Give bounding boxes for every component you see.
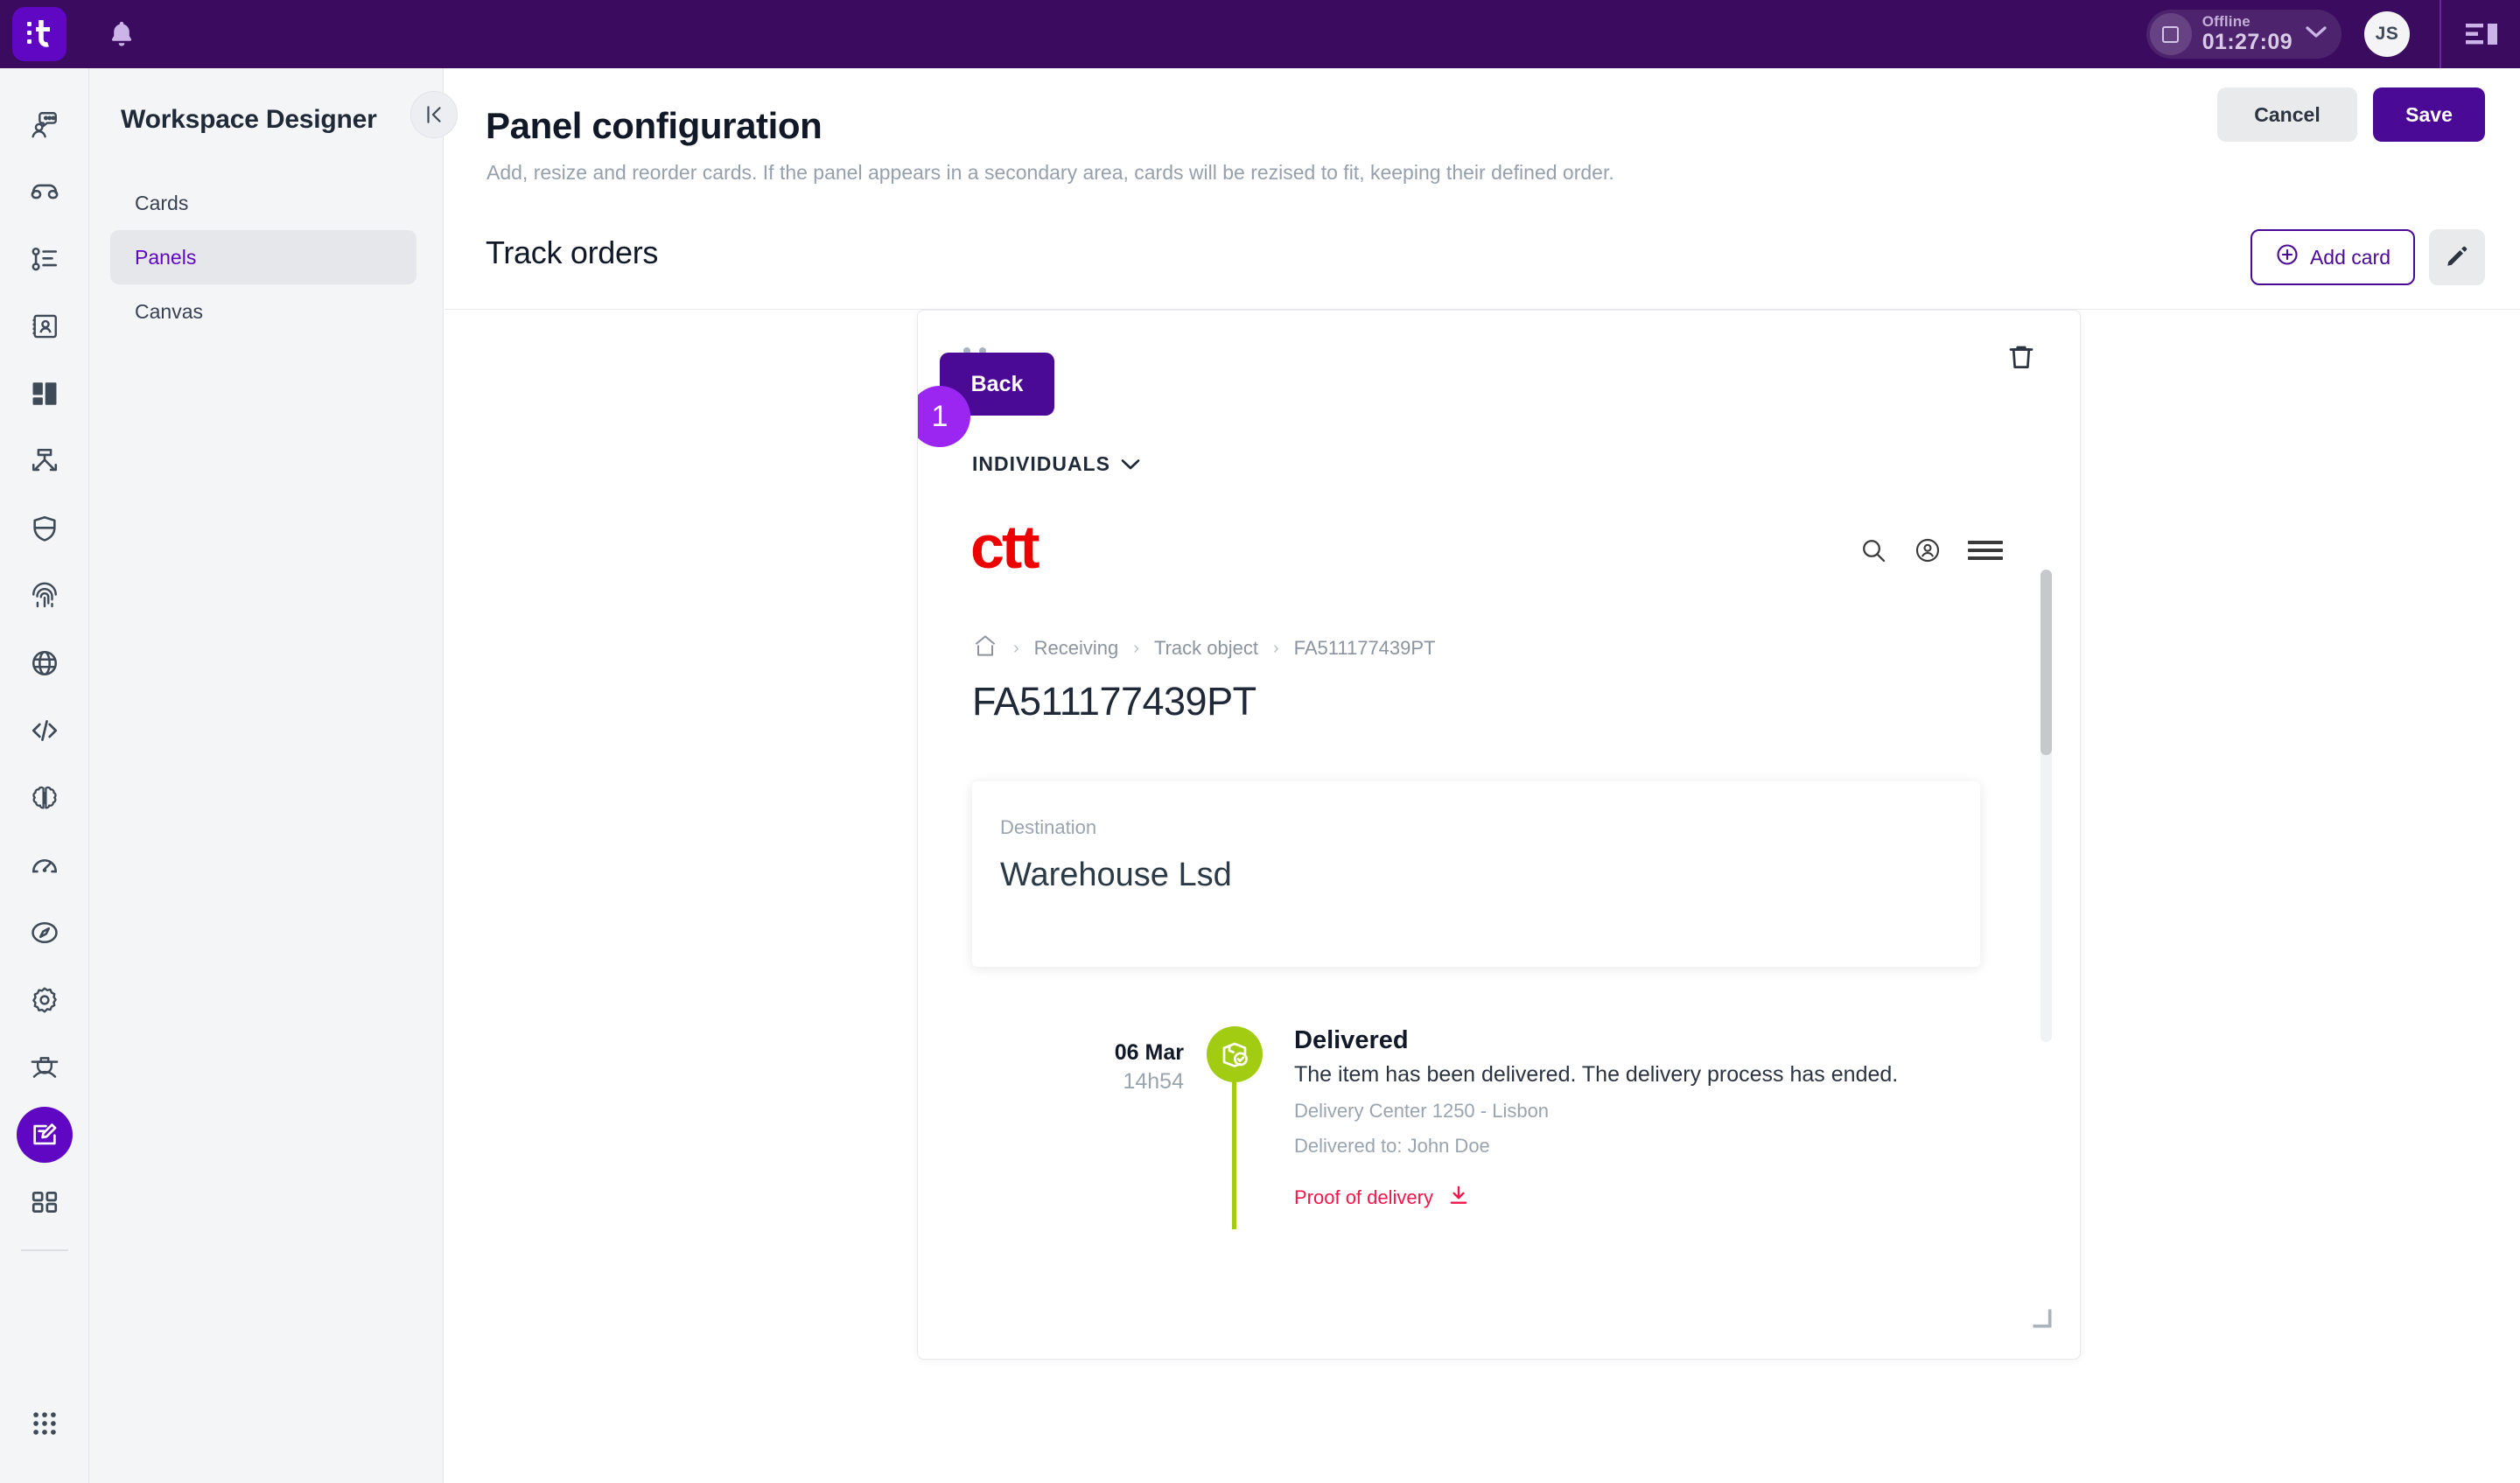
breadcrumb-separator: ›	[1272, 638, 1279, 658]
panel-canvas: Back 1 INDIVIDUALS ctt › Receiving › Tra…	[444, 310, 2520, 1483]
breadcrumb: › Receiving › Track object › FA511177439…	[972, 633, 1436, 664]
page-title: Panel configuration	[486, 105, 822, 146]
top-bar-right-group: Offline 01:27:09 JS	[2146, 0, 2520, 68]
globe-icon[interactable]	[17, 635, 73, 691]
avatar[interactable]: JS	[2364, 11, 2410, 57]
destination-value: Warehouse Lsd	[1000, 857, 1232, 893]
destination-card: Destination Warehouse Lsd	[972, 781, 1980, 967]
panel-section-actions: Add card	[2250, 229, 2485, 285]
divider	[2440, 0, 2441, 68]
page-header: Panel configuration Add, resize and reor…	[444, 68, 2520, 210]
breadcrumb-separator: ›	[1133, 638, 1139, 658]
stop-square-icon	[2149, 13, 2192, 55]
sidebar-item-panels[interactable]: Panels	[110, 230, 416, 284]
timeline-status-description: The item has been delivered. The deliver…	[1294, 1062, 1899, 1087]
home-icon[interactable]	[972, 633, 998, 664]
chevron-down-icon[interactable]	[2305, 25, 2328, 44]
tracking-number: FA511177439PT	[972, 679, 1256, 724]
destination-label: Destination	[1000, 816, 1097, 838]
icon-rail	[0, 68, 89, 1483]
bell-icon[interactable]	[107, 19, 136, 49]
brain-icon[interactable]	[17, 770, 73, 826]
breadcrumb-item-current: FA511177439PT	[1293, 637, 1436, 659]
timeline-meta-recipient: Delivered to: John Doe	[1294, 1135, 1490, 1157]
hamburger-menu-icon[interactable]	[1968, 537, 2003, 568]
panel-section-bar: Track orders Add card	[444, 210, 2520, 310]
chevron-down-icon	[1121, 452, 1140, 476]
timeline-meta-location: Delivery Center 1250 - Lisbon	[1294, 1100, 1550, 1122]
sidebar-item-cards[interactable]: Cards	[110, 176, 416, 230]
status-label: Offline	[2202, 13, 2250, 31]
code-icon[interactable]	[17, 703, 73, 759]
save-button[interactable]: Save	[2373, 87, 2485, 142]
app-logo-t-icon[interactable]	[12, 7, 66, 61]
edit-panel-button[interactable]	[2429, 229, 2485, 285]
ctt-header-icons	[1859, 536, 2003, 569]
status-timer: 01:27:09	[2202, 29, 2292, 54]
timeline-date-group: 06 Mar 14h54	[1040, 1040, 1184, 1095]
queue-list-icon[interactable]	[17, 231, 73, 287]
collapse-left-icon[interactable]	[410, 91, 458, 138]
account-circle-icon[interactable]	[1914, 536, 1942, 569]
shield-icon[interactable]	[17, 500, 73, 556]
panel-name: Track orders	[486, 234, 659, 270]
segment-selector[interactable]: INDIVIDUALS	[972, 452, 1140, 476]
add-card-label: Add card	[2309, 245, 2390, 269]
timeline-entry: Delivered The item has been delivered. T…	[1294, 1026, 2027, 1212]
status-pill[interactable]: Offline 01:27:09	[2146, 10, 2342, 59]
compass-icon[interactable]	[17, 905, 73, 961]
top-bar: Offline 01:27:09 JS	[0, 0, 2520, 68]
timeline-connector	[1232, 1082, 1236, 1229]
breadcrumb-separator: ›	[1013, 638, 1019, 658]
rail-divider	[20, 1249, 68, 1251]
routing-flow-icon[interactable]	[17, 433, 73, 489]
right-panel-icon[interactable]	[2466, 22, 2497, 46]
designer-pencil-icon[interactable]	[16, 1107, 73, 1163]
gauge-icon[interactable]	[17, 837, 73, 893]
breadcrumb-item-receiving[interactable]: Receiving	[1034, 637, 1119, 660]
panel-card[interactable]: Back 1 INDIVIDUALS ctt › Receiving › Tra…	[917, 310, 2081, 1360]
card-preview-body: INDIVIDUALS ctt › Receiving › Track obje…	[918, 414, 2080, 1359]
headset-icon[interactable]	[17, 164, 73, 220]
main-content: Panel configuration Add, resize and reor…	[444, 68, 2520, 1483]
timeline-time: 14h54	[1123, 1069, 1184, 1094]
chat-agent-icon[interactable]	[17, 96, 73, 152]
timeline-status-title: Delivered	[1294, 1026, 1409, 1054]
sidebar-nav: Cards Panels Canvas	[110, 176, 416, 339]
graduation-icon[interactable]	[17, 1039, 73, 1095]
gear-icon[interactable]	[17, 972, 73, 1028]
contact-book-icon[interactable]	[17, 298, 73, 354]
sidebar-title: Workspace Designer	[121, 105, 377, 134]
grid-squares-icon[interactable]	[17, 1174, 73, 1230]
sidebar-item-label: Panels	[135, 245, 197, 269]
package-check-icon	[1207, 1026, 1263, 1082]
sidebar-item-label: Canvas	[135, 299, 203, 323]
pencil-icon	[2445, 244, 2469, 271]
add-card-button[interactable]: Add card	[2250, 229, 2415, 285]
trash-icon[interactable]	[2006, 342, 2036, 376]
sidebar-item-label: Cards	[135, 191, 189, 214]
proof-of-delivery-label: Proof of delivery	[1294, 1186, 1433, 1208]
cancel-button[interactable]: Cancel	[2217, 87, 2357, 142]
card-scrollbar[interactable]	[2040, 570, 2052, 1042]
page-subtitle: Add, resize and reorder cards. If the pa…	[486, 161, 1614, 184]
search-icon[interactable]	[1859, 536, 1887, 569]
designer-sidebar: Workspace Designer Cards Panels Canvas	[89, 68, 444, 1483]
layout-blocks-icon[interactable]	[17, 366, 73, 422]
header-actions: Cancel Save	[2217, 87, 2485, 142]
ctt-brand-logo: ctt	[970, 513, 1040, 581]
fingerprint-icon[interactable]	[17, 568, 73, 624]
breadcrumb-item-track-object[interactable]: Track object	[1154, 637, 1258, 660]
apps-grid-icon[interactable]	[17, 1396, 73, 1452]
proof-of-delivery-link[interactable]: Proof of delivery	[1294, 1184, 2027, 1212]
plus-circle-icon	[2275, 242, 2300, 272]
segment-label: INDIVIDUALS	[972, 452, 1110, 475]
sidebar-item-canvas[interactable]: Canvas	[110, 284, 416, 339]
download-icon[interactable]	[1447, 1184, 1470, 1212]
timeline-date: 06 Mar	[1114, 1040, 1184, 1065]
resize-corner-icon[interactable]	[2031, 1307, 2054, 1334]
